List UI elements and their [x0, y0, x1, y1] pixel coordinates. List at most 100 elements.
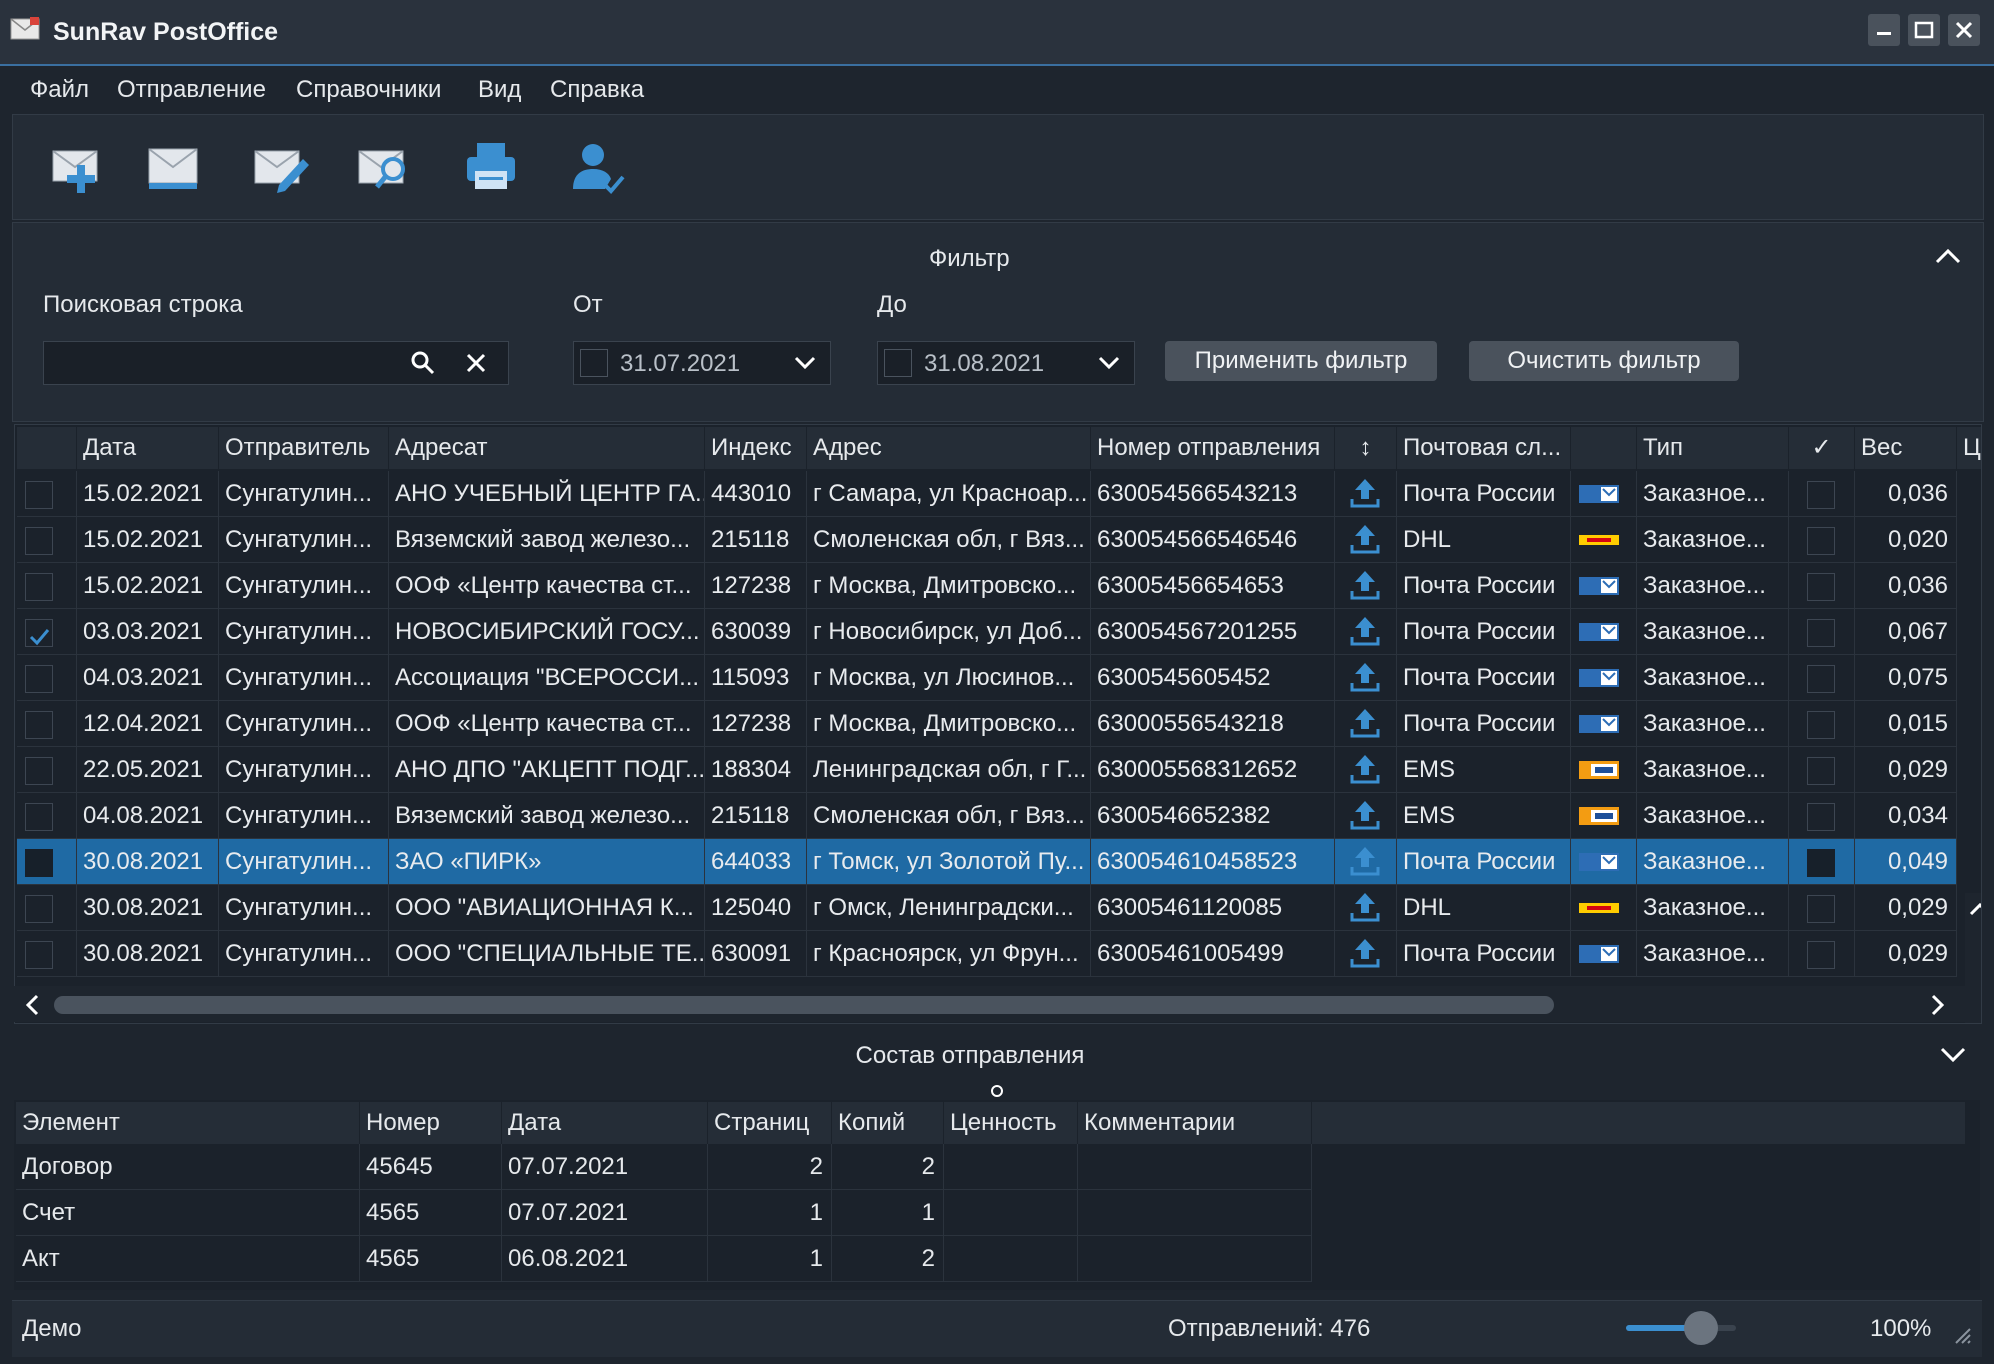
direction-cell[interactable]	[1335, 609, 1397, 655]
zoom-slider-thumb[interactable]	[1683, 1311, 1718, 1345]
direction-cell[interactable]	[1335, 563, 1397, 609]
menu-view[interactable]: Вид	[478, 76, 521, 104]
header-price[interactable]: Це	[1957, 427, 1981, 469]
table-row[interactable]: 30.08.2021 Сунгатулин... ЗАО «ПИРК» 644033 г…	[17, 839, 1957, 885]
direction-cell[interactable]	[1335, 747, 1397, 793]
from-date-checkbox[interactable]	[580, 349, 608, 377]
horizontal-scrollbar[interactable]	[14, 986, 1980, 1022]
row-select-cell[interactable]	[17, 839, 77, 885]
from-date-field[interactable]: 31.07.2021	[573, 341, 831, 385]
row-checkbox[interactable]	[25, 757, 53, 785]
comp-header-value[interactable]: Ценность	[944, 1102, 1078, 1144]
direction-cell[interactable]	[1335, 471, 1397, 517]
header-recipient[interactable]: Адресат	[389, 427, 705, 469]
direction-cell[interactable]	[1335, 701, 1397, 747]
header-postal-service[interactable]: Почтовая сл...	[1397, 427, 1571, 469]
comp-header-comment[interactable]: Комментарии	[1078, 1102, 1312, 1144]
expand-chevron-down-icon[interactable]	[1940, 1046, 1966, 1064]
mark-cell[interactable]	[1789, 701, 1855, 747]
row-checkbox[interactable]	[25, 941, 53, 969]
row-select-cell[interactable]	[17, 747, 77, 793]
mark-checkbox[interactable]	[1807, 573, 1835, 601]
header-address[interactable]: Адрес	[807, 427, 1091, 469]
mark-cell[interactable]	[1789, 793, 1855, 839]
scroll-left-icon[interactable]	[24, 994, 40, 1016]
chevron-down-icon[interactable]	[1098, 355, 1120, 371]
mark-cell[interactable]	[1789, 747, 1855, 793]
mark-cell[interactable]	[1789, 563, 1855, 609]
row-checkbox[interactable]	[25, 665, 53, 693]
resize-grip-icon[interactable]	[1950, 1323, 1972, 1345]
mark-checkbox[interactable]	[1807, 619, 1835, 647]
direction-cell[interactable]	[1335, 793, 1397, 839]
table-row[interactable]: 04.08.2021 Сунгатулин... Вяземский завод ж…	[17, 793, 1957, 839]
row-checkbox[interactable]	[25, 527, 53, 555]
mark-cell[interactable]	[1789, 517, 1855, 563]
row-select-cell[interactable]	[17, 793, 77, 839]
menu-references[interactable]: Справочники	[296, 76, 441, 104]
apply-filter-button[interactable]: Применить фильтр	[1165, 341, 1437, 381]
mark-cell[interactable]	[1789, 471, 1855, 517]
comp-header-copies[interactable]: Копий	[832, 1102, 944, 1144]
mark-checkbox[interactable]	[1807, 665, 1835, 693]
mark-cell[interactable]	[1789, 839, 1855, 885]
menu-shipment[interactable]: Отправление	[117, 76, 266, 104]
row-checkbox[interactable]	[25, 849, 53, 877]
menu-help[interactable]: Справка	[550, 76, 644, 104]
mark-checkbox[interactable]	[1807, 757, 1835, 785]
comp-header-number[interactable]: Номер	[360, 1102, 502, 1144]
direction-cell[interactable]	[1335, 655, 1397, 701]
maximize-button[interactable]	[1908, 14, 1940, 46]
menu-file[interactable]: Файл	[30, 76, 89, 104]
row-select-cell[interactable]	[17, 885, 77, 931]
mark-checkbox[interactable]	[1807, 481, 1835, 509]
table-row[interactable]: 30.08.2021 Сунгатулин... ООО "АВИАЦИОННАЯ …	[17, 885, 1957, 931]
mark-cell[interactable]	[1789, 655, 1855, 701]
minimize-button[interactable]	[1868, 14, 1900, 46]
row-select-cell[interactable]	[17, 655, 77, 701]
mark-checkbox[interactable]	[1807, 803, 1835, 831]
to-date-field[interactable]: 31.08.2021	[877, 341, 1135, 385]
mark-cell[interactable]	[1789, 885, 1855, 931]
search-mail-icon[interactable]	[353, 135, 417, 199]
header-date[interactable]: Дата	[77, 427, 219, 469]
zoom-slider[interactable]	[1626, 1311, 1736, 1345]
row-checkbox[interactable]	[25, 573, 53, 601]
table-row[interactable]: 04.03.2021 Сунгатулин... Ассоциация "ВСЕРО…	[17, 655, 1957, 701]
direction-cell[interactable]	[1335, 517, 1397, 563]
horizontal-scroll-thumb[interactable]	[54, 996, 1554, 1014]
mark-cell[interactable]	[1789, 931, 1855, 977]
header-number[interactable]: Номер отправления	[1091, 427, 1335, 469]
mail-icon[interactable]	[143, 135, 207, 199]
header-index[interactable]: Индекс	[705, 427, 807, 469]
search-icon[interactable]	[410, 350, 436, 376]
row-select-cell[interactable]	[17, 609, 77, 655]
table-row[interactable]: 15.02.2021 Сунгатулин... ООФ «Центр качест…	[17, 563, 1957, 609]
user-check-icon[interactable]	[565, 135, 629, 199]
mark-cell[interactable]	[1789, 609, 1855, 655]
mark-checkbox[interactable]	[1807, 941, 1835, 969]
to-date-checkbox[interactable]	[884, 349, 912, 377]
mark-checkbox[interactable]	[1807, 711, 1835, 739]
row-select-cell[interactable]	[17, 471, 77, 517]
row-select-cell[interactable]	[17, 563, 77, 609]
comp-header-date[interactable]: Дата	[502, 1102, 708, 1144]
comp-header-element[interactable]: Элемент	[16, 1102, 360, 1144]
header-type[interactable]: Тип	[1637, 427, 1789, 469]
row-checkbox[interactable]	[25, 619, 53, 647]
row-checkbox[interactable]	[25, 481, 53, 509]
scroll-right-icon[interactable]	[1930, 994, 1946, 1016]
header-sender[interactable]: Отправитель	[219, 427, 389, 469]
header-select[interactable]	[17, 427, 77, 469]
direction-cell[interactable]	[1335, 885, 1397, 931]
chevron-down-icon[interactable]	[794, 355, 816, 371]
edit-mail-icon[interactable]	[249, 135, 313, 199]
table-row[interactable]: 30.08.2021 Сунгатулин... ООО "СПЕЦИАЛЬНЫЕ …	[17, 931, 1957, 977]
search-input[interactable]	[43, 341, 509, 385]
header-mark[interactable]: ✓	[1789, 427, 1855, 469]
scroll-up-icon[interactable]	[1969, 901, 1982, 917]
clear-filter-button[interactable]: Очистить фильтр	[1469, 341, 1739, 381]
direction-cell[interactable]	[1335, 931, 1397, 977]
row-checkbox[interactable]	[25, 895, 53, 923]
row-select-cell[interactable]	[17, 701, 77, 747]
